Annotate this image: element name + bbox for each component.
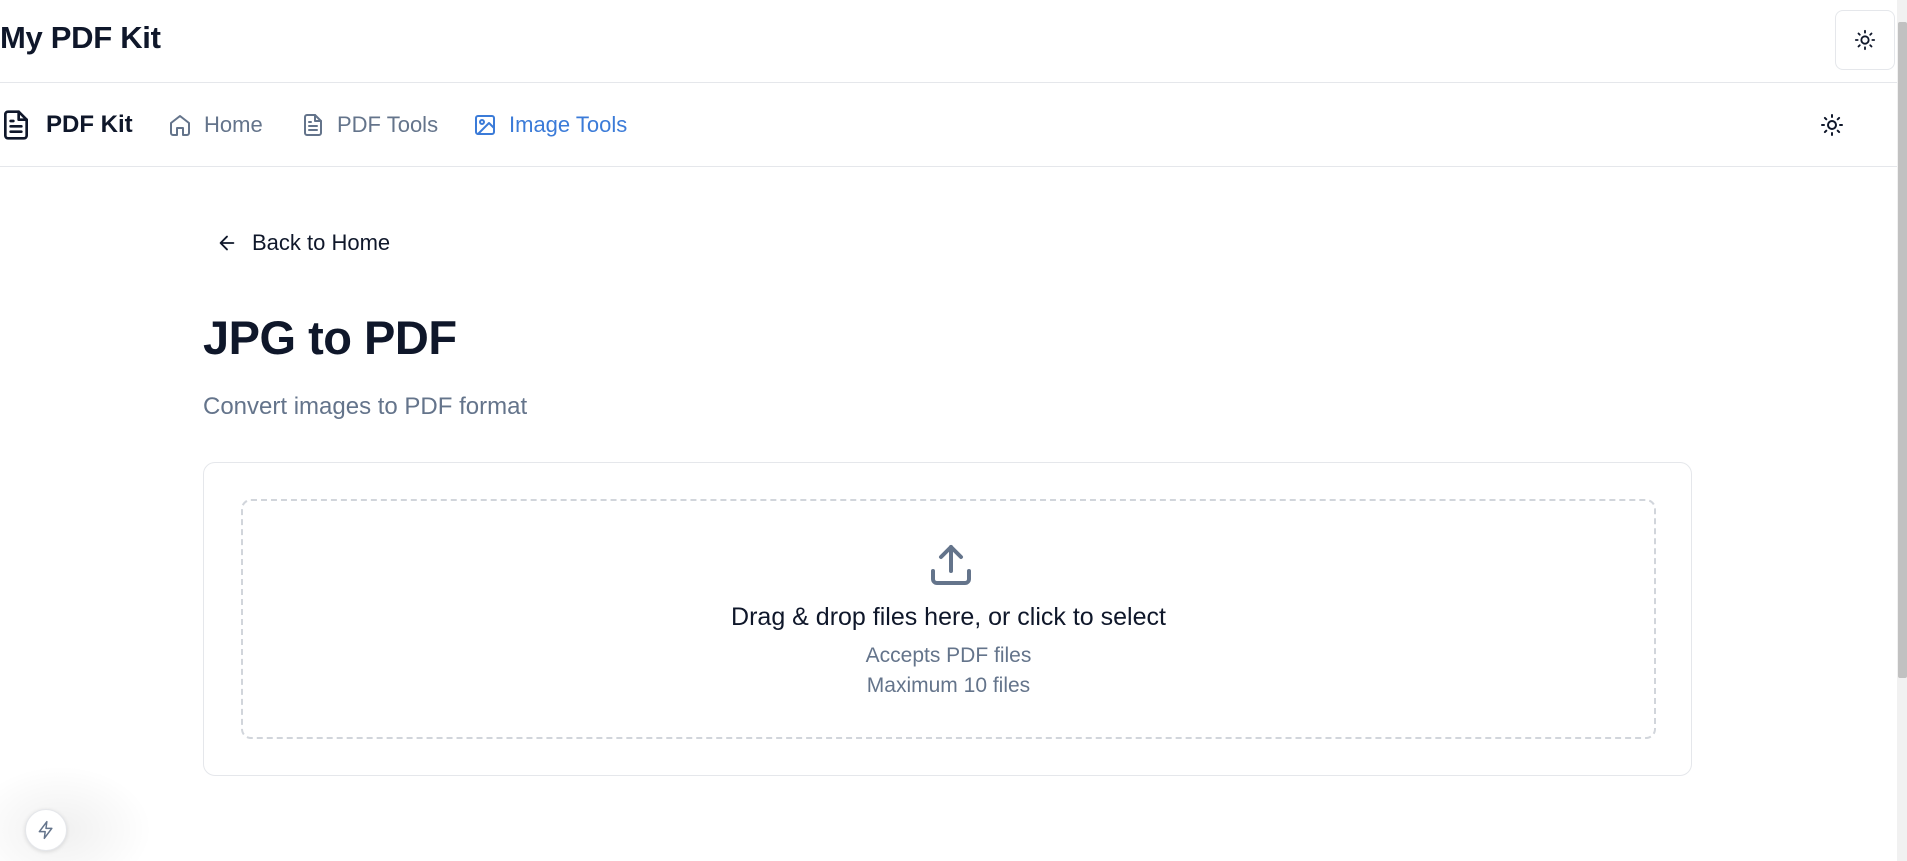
app-header: My PDF Kit bbox=[0, 0, 1907, 83]
dropzone-file-limit: Maximum 10 files bbox=[866, 674, 1031, 697]
nav-item-label: PDF Tools bbox=[337, 112, 439, 137]
sun-icon bbox=[1821, 114, 1843, 136]
brand-label: PDF Kit bbox=[46, 111, 133, 138]
scrollbar-thumb[interactable] bbox=[1898, 22, 1907, 678]
back-link-label: Back to Home bbox=[252, 230, 391, 255]
page-subtitle: Convert images to PDF format bbox=[203, 393, 528, 420]
sun-icon bbox=[1854, 29, 1876, 51]
nav-theme-toggle-button[interactable] bbox=[1812, 105, 1852, 145]
image-icon bbox=[475, 115, 495, 135]
nav-item-home[interactable]: Home bbox=[168, 105, 263, 145]
upload-icon bbox=[931, 545, 971, 585]
app-title: My PDF Kit bbox=[0, 20, 161, 55]
back-to-home-link[interactable]: Back to Home bbox=[216, 230, 390, 256]
floating-button-shadow bbox=[0, 760, 160, 861]
nav-item-pdf-tools[interactable]: PDF Tools bbox=[301, 105, 438, 145]
theme-toggle-button[interactable] bbox=[1835, 10, 1895, 70]
file-text-icon bbox=[304, 114, 322, 136]
page-title: JPG to PDF bbox=[203, 311, 457, 364]
page-root: My PDF Kit PDF Kit Home PDF Tools Image … bbox=[0, 0, 1907, 861]
lightning-icon bbox=[38, 820, 53, 840]
file-dropzone[interactable]: Drag & drop files here, or click to sele… bbox=[241, 499, 1656, 739]
nav-item-label: Image Tools bbox=[509, 112, 628, 137]
upload-card: Drag & drop files here, or click to sele… bbox=[203, 462, 1692, 776]
dropzone-accepted-types: Accepts PDF files bbox=[865, 644, 1032, 667]
nav-item-image-tools[interactable]: Image Tools bbox=[473, 105, 627, 145]
home-icon bbox=[170, 115, 190, 136]
file-text-icon bbox=[4, 110, 28, 140]
main-navbar: PDF Kit Home PDF Tools Image Tools bbox=[0, 83, 1897, 167]
arrow-left-icon bbox=[219, 235, 235, 251]
dropzone-instructions: Drag & drop files here, or click to sele… bbox=[731, 603, 1166, 631]
brand-logo[interactable]: PDF Kit bbox=[0, 105, 133, 145]
nav-item-label: Home bbox=[204, 112, 263, 137]
dev-tools-button[interactable] bbox=[25, 809, 67, 851]
